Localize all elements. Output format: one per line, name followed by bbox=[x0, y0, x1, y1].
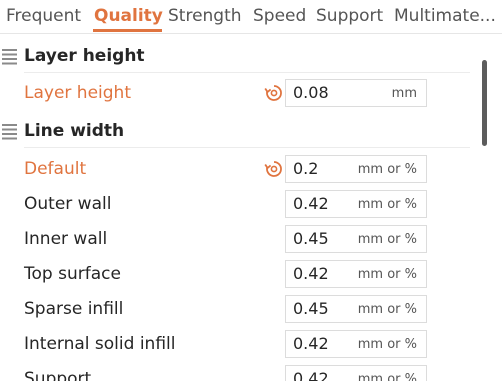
support-field[interactable]: 0.42 mm or % bbox=[285, 365, 427, 381]
tab-support[interactable]: Support bbox=[316, 5, 383, 27]
field-value: 0.42 bbox=[293, 194, 329, 213]
field-unit: mm or % bbox=[357, 337, 417, 352]
setting-label: Inner wall bbox=[24, 229, 108, 249]
field-unit: mm or % bbox=[357, 232, 417, 247]
tab-strength[interactable]: Strength bbox=[168, 5, 242, 27]
section-line-width: Line width bbox=[0, 119, 480, 145]
top-surface-field[interactable]: 0.42 mm or % bbox=[285, 260, 427, 288]
field-unit: mm or % bbox=[357, 162, 417, 177]
field-unit: mm bbox=[391, 86, 417, 101]
tab-speed[interactable]: Speed bbox=[253, 5, 306, 27]
setting-row-sparse-infill: Sparse infill 0.45 mm or % bbox=[0, 295, 480, 325]
field-unit: mm or % bbox=[357, 372, 417, 381]
section-title: Layer height bbox=[24, 46, 145, 66]
setting-row-support: Support 0.42 mm or % bbox=[0, 365, 480, 381]
field-unit: mm or % bbox=[357, 302, 417, 317]
internal-solid-infill-field[interactable]: 0.42 mm or % bbox=[285, 330, 427, 358]
field-value: 0.42 bbox=[293, 264, 329, 283]
field-value: 0.45 bbox=[293, 299, 329, 318]
active-tab-indicator bbox=[93, 29, 162, 32]
inner-wall-field[interactable]: 0.45 mm or % bbox=[285, 225, 427, 253]
setting-label: Outer wall bbox=[24, 194, 112, 214]
tab-multimaterial[interactable]: Multimate... bbox=[394, 5, 496, 27]
setting-row-internal-solid-infill: Internal solid infill 0.42 mm or % bbox=[0, 330, 480, 360]
section-divider bbox=[24, 72, 470, 73]
sparse-infill-field[interactable]: 0.45 mm or % bbox=[285, 295, 427, 323]
setting-label: Internal solid infill bbox=[24, 334, 176, 354]
setting-label: Sparse infill bbox=[24, 299, 124, 319]
quality-settings-panel: Frequent Quality Strength Speed Support … bbox=[0, 0, 502, 381]
setting-row-default: Default 0.2 mm or % bbox=[0, 155, 480, 185]
field-value: 0.45 bbox=[293, 229, 329, 248]
tab-frequent[interactable]: Frequent bbox=[6, 5, 81, 27]
layer-height-field[interactable]: 0.08 mm bbox=[285, 79, 427, 107]
field-unit: mm or % bbox=[357, 267, 417, 282]
setting-label: Support bbox=[24, 369, 92, 381]
field-unit: mm or % bbox=[357, 197, 417, 212]
setting-row-layer-height: Layer height 0.08 mm bbox=[0, 79, 480, 109]
settings-tab-bar: Frequent Quality Strength Speed Support … bbox=[0, 0, 502, 34]
section-divider bbox=[24, 147, 470, 148]
setting-row-top-surface: Top surface 0.42 mm or % bbox=[0, 260, 480, 290]
field-value: 0.42 bbox=[293, 369, 329, 381]
default-line-width-field[interactable]: 0.2 mm or % bbox=[285, 155, 427, 183]
tab-quality[interactable]: Quality bbox=[94, 5, 163, 27]
setting-row-inner-wall: Inner wall 0.45 mm or % bbox=[0, 225, 480, 255]
setting-label: Layer height bbox=[24, 83, 131, 103]
layers-icon bbox=[2, 49, 17, 65]
reset-icon[interactable] bbox=[264, 159, 284, 179]
vertical-scrollbar[interactable] bbox=[482, 60, 487, 146]
setting-label: Top surface bbox=[24, 264, 121, 284]
tabs-divider bbox=[0, 33, 502, 34]
outer-wall-field[interactable]: 0.42 mm or % bbox=[285, 190, 427, 218]
field-value: 0.2 bbox=[293, 159, 319, 178]
setting-label: Default bbox=[24, 159, 87, 179]
field-value: 0.08 bbox=[293, 83, 329, 102]
setting-row-outer-wall: Outer wall 0.42 mm or % bbox=[0, 190, 480, 220]
reset-icon[interactable] bbox=[264, 83, 284, 103]
field-value: 0.42 bbox=[293, 334, 329, 353]
layers-icon bbox=[2, 124, 17, 140]
section-title: Line width bbox=[24, 121, 125, 141]
section-layer-height: Layer height bbox=[0, 44, 480, 70]
